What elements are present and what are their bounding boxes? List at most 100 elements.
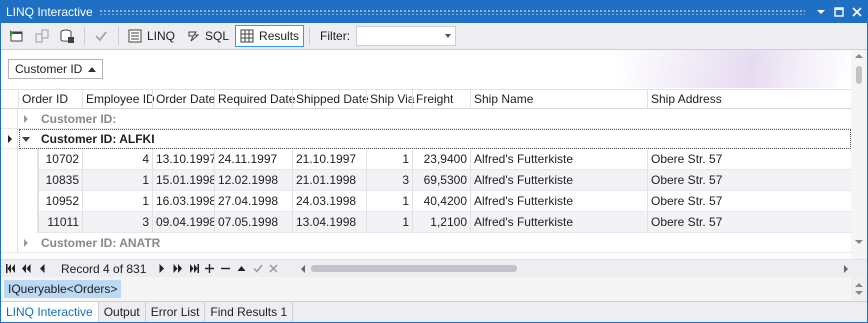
scroll-up-icon[interactable] <box>855 54 863 58</box>
cell-ship-name[interactable]: Alfred's Futterkiste <box>470 191 647 211</box>
tab-find-results-1[interactable]: Find Results 1 <box>205 302 294 322</box>
tab-linq-interactive[interactable]: LINQ Interactive <box>1 302 99 322</box>
delete-icon[interactable] <box>220 262 231 276</box>
cell-order-date[interactable]: 13.10.1997 <box>152 149 214 169</box>
results-view-icon <box>240 29 254 43</box>
cell-order-date[interactable]: 15.01.1998 <box>152 170 214 190</box>
cell-freight[interactable]: 69,5300 <box>412 170 470 190</box>
cell-order-id[interactable]: 10702 <box>38 149 82 169</box>
cell-freight[interactable]: 23,9400 <box>412 149 470 169</box>
dropdown-window-icon[interactable] <box>813 4 829 20</box>
horizontal-scrollbar[interactable] <box>297 260 852 277</box>
column-header-order-id[interactable]: Order ID <box>18 90 82 109</box>
cancel-icon[interactable] <box>268 262 279 276</box>
result-type-label[interactable]: IQueryable<Orders> <box>4 280 122 298</box>
cell-shipped-date[interactable]: 24.03.1998 <box>292 191 366 211</box>
cell-ship-via[interactable]: 1 <box>366 212 412 232</box>
prev-page-icon[interactable] <box>21 262 32 276</box>
expand-icon[interactable] <box>21 114 31 124</box>
group-row[interactable]: Customer ID: ALFKI <box>1 129 851 149</box>
close-window-icon[interactable] <box>849 4 865 20</box>
group-by-customer-id-chip[interactable]: Customer ID <box>8 59 104 79</box>
tab-output[interactable]: Output <box>99 302 146 322</box>
sql-view-button[interactable]: SQL <box>181 25 234 47</box>
bottom-tab-strip: LINQ Interactive Output Error List Find … <box>1 301 867 322</box>
chevron-down-icon[interactable] <box>445 34 452 38</box>
cell-ship-name[interactable]: Alfred's Futterkiste <box>470 149 647 169</box>
cell-freight[interactable]: 40,4200 <box>412 191 470 211</box>
last-page-icon[interactable] <box>188 262 199 276</box>
scroll-down-icon[interactable] <box>855 291 863 295</box>
vertical-scrollbar[interactable] <box>851 50 867 259</box>
next-page-icon[interactable] <box>172 262 183 276</box>
cell-ship-address[interactable]: Obere Str. 57 <box>647 191 851 211</box>
cell-order-id[interactable]: 11011 <box>38 212 82 232</box>
cell-employee-id[interactable]: 4 <box>82 149 152 169</box>
cell-shipped-date[interactable]: 21.10.1997 <box>292 149 366 169</box>
table-row[interactable]: 10835 1 15.01.1998 12.02.1998 21.01.1998… <box>1 170 851 191</box>
append-icon[interactable] <box>204 262 215 276</box>
expand-icon[interactable] <box>21 238 31 248</box>
column-header-ship-name[interactable]: Ship Name <box>470 90 647 109</box>
scroll-left-icon[interactable] <box>301 265 305 273</box>
database-button[interactable] <box>55 25 79 47</box>
next-record-icon[interactable] <box>156 262 167 276</box>
cell-required-date[interactable]: 07.05.1998 <box>214 212 292 232</box>
cell-order-id[interactable]: 10952 <box>38 191 82 211</box>
result-type-scrollbar[interactable] <box>851 277 867 301</box>
table-row[interactable]: 11011 3 09.04.1998 07.05.1998 13.04.1998… <box>1 212 851 233</box>
scroll-right-icon[interactable] <box>844 265 848 273</box>
cell-order-id[interactable]: 10835 <box>38 170 82 190</box>
sort-ascending-icon <box>88 66 97 72</box>
connection-button[interactable] <box>30 25 54 47</box>
column-header-employee-id[interactable]: Employee ID <box>82 90 155 109</box>
row-indicator <box>1 109 18 129</box>
cell-ship-via[interactable]: 1 <box>366 191 412 211</box>
edit-icon[interactable] <box>236 262 247 276</box>
cell-employee-id[interactable]: 1 <box>82 170 152 190</box>
cell-ship-name[interactable]: Alfred's Futterkiste <box>470 212 647 232</box>
cell-freight[interactable]: 1,2100 <box>412 212 470 232</box>
validate-button[interactable] <box>89 25 113 47</box>
cell-employee-id[interactable]: 3 <box>82 212 152 232</box>
first-page-icon[interactable] <box>5 262 16 276</box>
cell-order-date[interactable]: 09.04.1998 <box>152 212 214 232</box>
table-row[interactable]: 10952 1 16.03.1998 27.04.1998 24.03.1998… <box>1 191 851 212</box>
cell-required-date[interactable]: 12.02.1998 <box>214 170 292 190</box>
maximize-window-icon[interactable] <box>831 4 847 20</box>
group-row[interactable]: Customer ID: <box>1 109 851 129</box>
column-header-freight[interactable]: Freight <box>412 90 470 109</box>
scroll-down-icon[interactable] <box>855 240 863 244</box>
title-bar[interactable]: LINQ Interactive <box>1 1 867 23</box>
cell-ship-address[interactable]: Obere Str. 57 <box>647 170 851 190</box>
cell-ship-name[interactable]: Alfred's Futterkiste <box>470 170 647 190</box>
collapse-icon[interactable] <box>21 134 31 144</box>
column-header-order-date[interactable]: Order Date <box>152 90 215 109</box>
horizontal-scroll-thumb[interactable] <box>311 265 517 272</box>
cell-employee-id[interactable]: 1 <box>82 191 152 211</box>
prev-record-icon[interactable] <box>37 262 48 276</box>
save-icon[interactable] <box>252 262 263 276</box>
run-button[interactable] <box>5 25 29 47</box>
scroll-up-icon[interactable] <box>855 283 863 287</box>
column-header-shipped-date[interactable]: Shipped Date <box>292 90 369 109</box>
tab-error-list[interactable]: Error List <box>146 302 206 322</box>
cell-ship-via[interactable]: 1 <box>366 149 412 169</box>
scroll-thumb[interactable] <box>856 66 862 84</box>
results-view-button[interactable]: Results <box>235 25 305 47</box>
group-row[interactable]: Customer ID: ANATR <box>1 233 851 253</box>
column-header-ship-address[interactable]: Ship Address <box>647 90 851 109</box>
cell-shipped-date[interactable]: 13.04.1998 <box>292 212 366 232</box>
linq-view-button[interactable]: LINQ <box>123 25 180 47</box>
cell-ship-address[interactable]: Obere Str. 57 <box>647 149 851 169</box>
filter-dropdown[interactable] <box>356 26 457 46</box>
table-row[interactable]: 10702 4 13.10.1997 24.11.1997 21.10.1997… <box>1 149 851 170</box>
column-header-required-date[interactable]: Required Date <box>214 90 295 109</box>
cell-ship-address[interactable]: Obere Str. 57 <box>647 212 851 232</box>
cell-order-date[interactable]: 16.03.1998 <box>152 191 214 211</box>
cell-required-date[interactable]: 27.04.1998 <box>214 191 292 211</box>
column-header-ship-via[interactable]: Ship Via <box>366 90 414 109</box>
cell-required-date[interactable]: 24.11.1997 <box>214 149 292 169</box>
cell-ship-via[interactable]: 3 <box>366 170 412 190</box>
cell-shipped-date[interactable]: 21.01.1998 <box>292 170 366 190</box>
